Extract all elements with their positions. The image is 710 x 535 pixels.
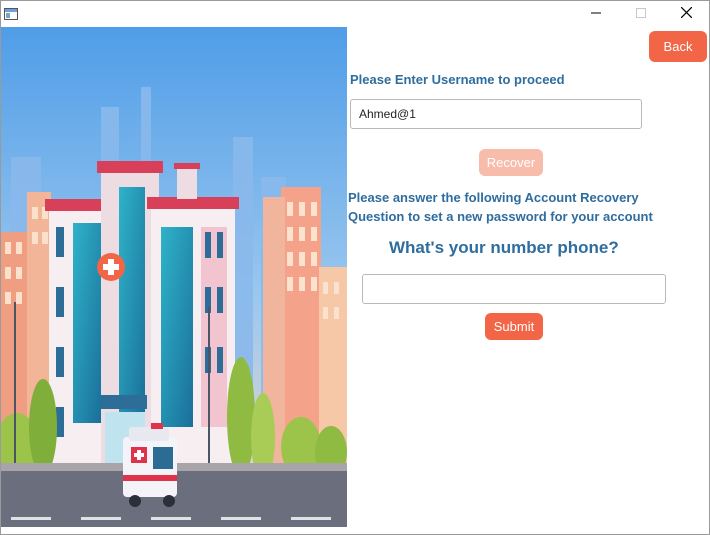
close-icon: [680, 5, 692, 23]
ambulance: [123, 423, 177, 507]
username-input[interactable]: [350, 99, 642, 129]
username-prompt-label: Please Enter Username to proceed: [350, 72, 565, 87]
recovery-instruction-line1: Please answer the following Account Reco…: [348, 190, 639, 205]
security-question: What's your number phone?: [389, 238, 619, 257]
app-icon: [4, 7, 18, 20]
hospital-illustration: [1, 27, 347, 527]
close-button[interactable]: [663, 1, 709, 27]
maximize-icon: [636, 5, 646, 23]
submit-button[interactable]: Submit: [485, 313, 543, 340]
security-answer-input[interactable]: [362, 274, 666, 304]
maximize-button[interactable]: [618, 1, 664, 27]
minimize-icon: [591, 5, 601, 23]
title-bar: [1, 1, 709, 27]
minimize-button[interactable]: [573, 1, 619, 27]
app-window: Back Please Enter Username to proceed Re…: [0, 0, 710, 535]
back-button[interactable]: Back: [649, 31, 707, 62]
recover-button[interactable]: Recover: [479, 149, 543, 176]
recovery-instruction-line2: Question to set a new password for your …: [348, 209, 653, 224]
